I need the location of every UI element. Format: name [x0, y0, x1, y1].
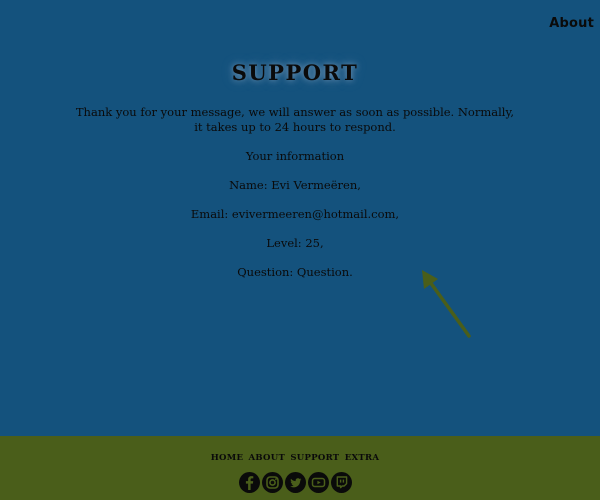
about-link[interactable]: About	[549, 16, 594, 31]
page-title: SUPPORT	[231, 60, 359, 85]
footer-nav: HOME ABOUT SUPPORT EXTRA	[0, 453, 590, 463]
footer-link-support[interactable]: SUPPORT	[290, 453, 339, 463]
info-email: Email: evivermeeren@hotmail.com,	[190, 207, 400, 221]
info-heading: Your information	[245, 149, 345, 163]
submitted-info: Your information Name: Evi Vermeëren, Em…	[0, 149, 590, 294]
info-question: Question: Question.	[237, 265, 353, 279]
footer: HOME ABOUT SUPPORT EXTRA	[0, 436, 600, 500]
instagram-icon[interactable]	[261, 472, 283, 493]
facebook-icon[interactable]	[238, 472, 260, 493]
footer-link-about[interactable]: ABOUT	[249, 453, 286, 463]
footer-link-home[interactable]: HOME	[211, 453, 244, 463]
social-links	[0, 472, 590, 493]
info-name: Name: Evi Vermeëren,	[229, 178, 361, 192]
twitch-icon[interactable]	[330, 472, 352, 493]
info-level: Level: 25,	[266, 236, 324, 250]
top-nav: About	[549, 12, 594, 31]
twitter-icon[interactable]	[284, 472, 306, 493]
arrow-graphic	[422, 270, 471, 338]
youtube-icon[interactable]	[307, 472, 329, 493]
confirmation-message: Thank you for your message, we will answ…	[75, 105, 515, 134]
footer-link-extra[interactable]: EXTRA	[345, 453, 380, 463]
